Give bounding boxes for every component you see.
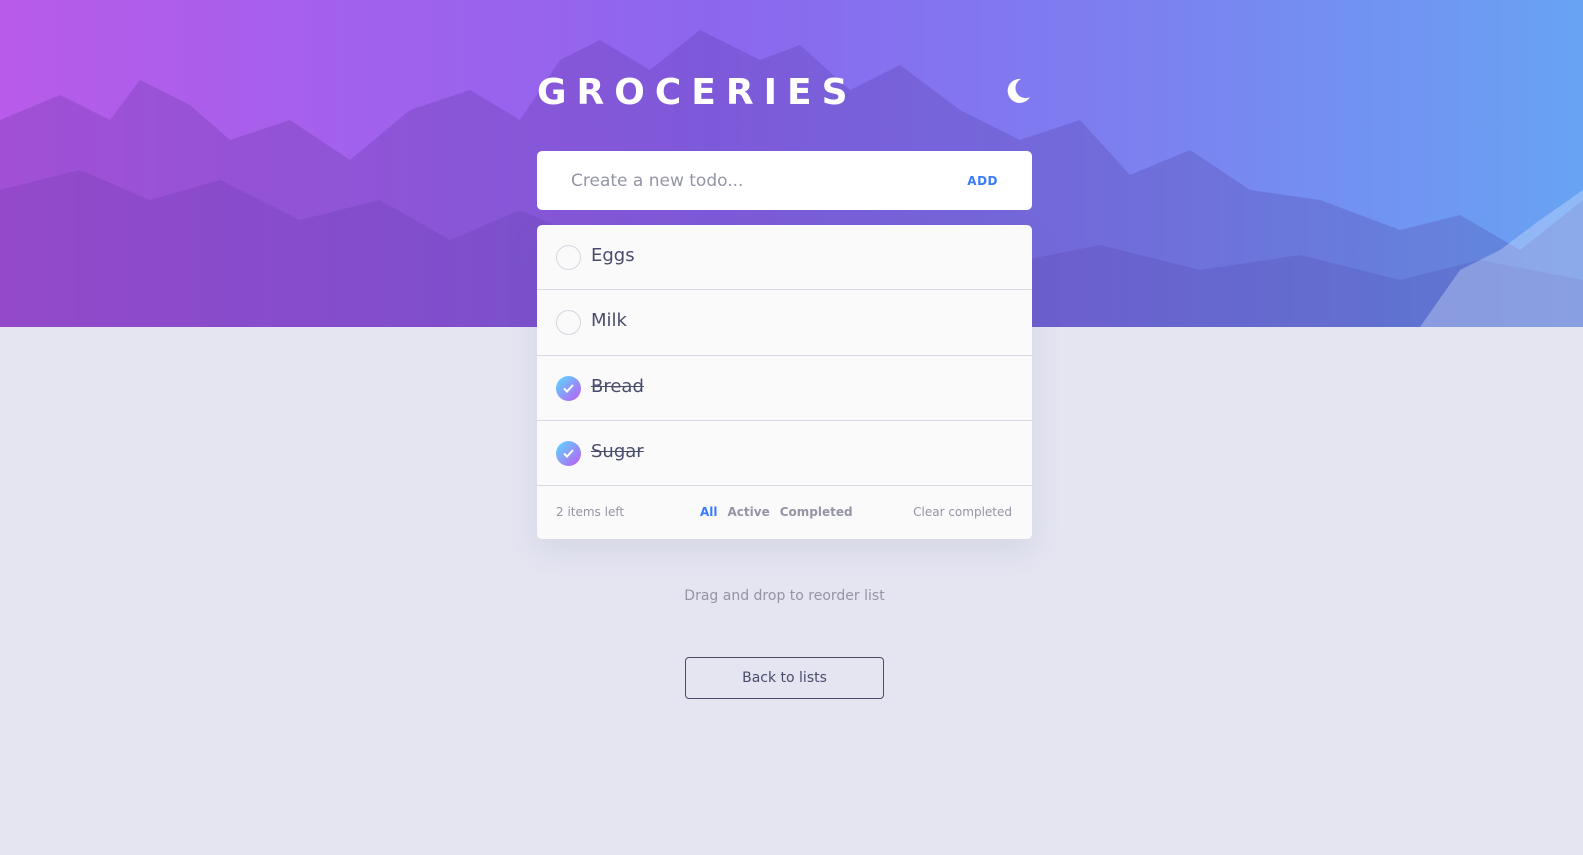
moon-icon[interactable] (1004, 77, 1032, 105)
checkbox-checked[interactable] (556, 375, 581, 401)
drag-hint: Drag and drop to reorder list (684, 588, 885, 604)
list-item[interactable]: Bread (537, 356, 1032, 421)
list-footer: 2 items left All Active Completed Clear … (537, 486, 1032, 539)
todo-text: Eggs (591, 245, 635, 266)
todo-list: Eggs Milk Bread Sugar 2 items left All A… (537, 225, 1032, 539)
todo-text: Sugar (591, 440, 644, 462)
list-item[interactable]: Milk (537, 290, 1032, 356)
checkbox[interactable] (556, 310, 581, 336)
checkbox[interactable] (556, 245, 581, 270)
filter-all[interactable]: All (700, 505, 718, 519)
list-item[interactable]: Sugar (537, 421, 1032, 487)
items-left-count: 2 items left (556, 505, 625, 519)
clear-completed-button[interactable]: Clear completed (913, 505, 1012, 519)
check-icon (563, 449, 574, 458)
page-title: GROCERIES (537, 72, 858, 113)
filter-group: All Active Completed (700, 505, 853, 519)
list-item[interactable]: Eggs (537, 225, 1032, 291)
new-todo-input[interactable] (571, 165, 931, 196)
todo-text: Milk (591, 310, 627, 332)
new-todo-bar: ADD (537, 151, 1032, 210)
back-to-lists-button[interactable]: Back to lists (685, 657, 884, 699)
app-header: GROCERIES (537, 68, 1032, 118)
filter-active[interactable]: Active (728, 505, 770, 519)
add-button[interactable]: ADD (967, 171, 998, 191)
todo-text: Bread (591, 375, 644, 397)
filter-completed[interactable]: Completed (780, 505, 853, 519)
check-icon (563, 383, 574, 393)
checkbox-checked[interactable] (556, 440, 581, 466)
